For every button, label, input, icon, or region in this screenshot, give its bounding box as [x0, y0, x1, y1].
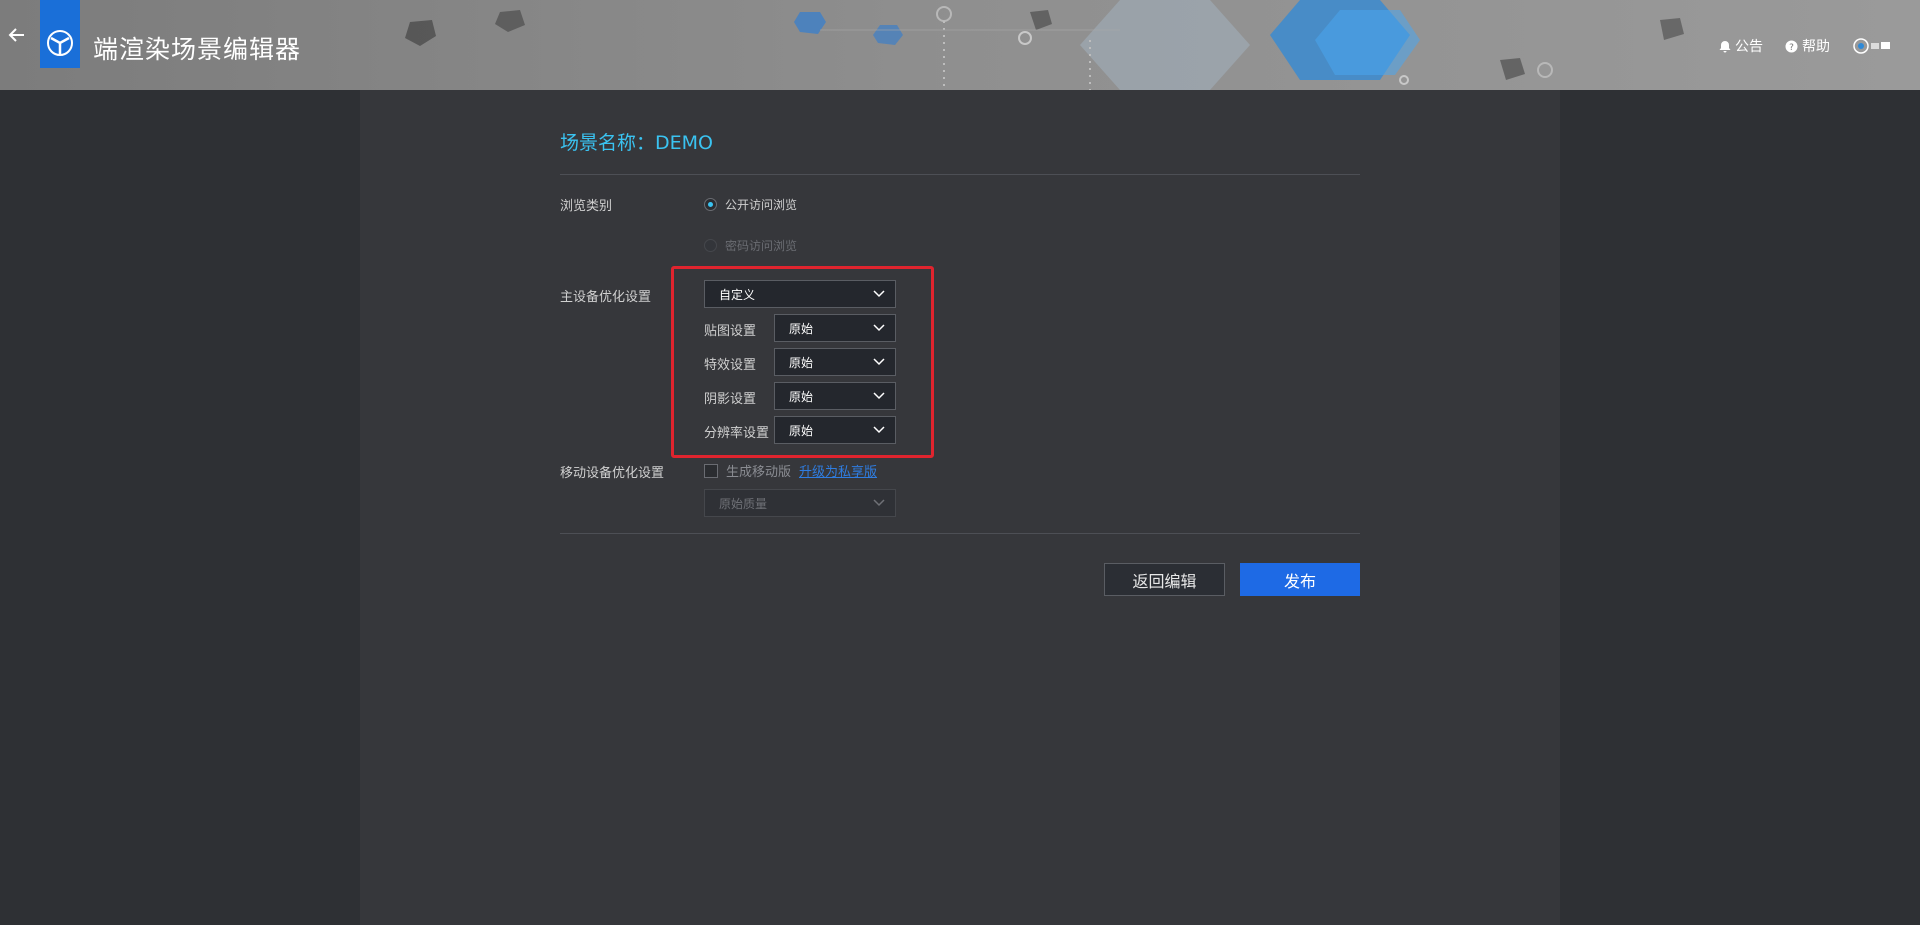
browse-type-label: 浏览类别 [560, 199, 613, 214]
logo [40, 0, 80, 68]
help-icon: ? [1785, 40, 1798, 53]
header-actions: 公告 ? 帮助 [1719, 36, 1892, 56]
radio-label: 密码访问浏览 [725, 239, 798, 253]
bell-icon [1719, 40, 1731, 52]
radio-button[interactable] [704, 239, 717, 252]
publish-panel [360, 90, 1560, 925]
select-value: 原始质量 [719, 496, 768, 511]
back-arrow-icon[interactable] [6, 24, 28, 46]
user-icon [1853, 38, 1890, 54]
divider-top [560, 174, 1360, 175]
notice-label: 公告 [1735, 39, 1763, 55]
help-label: 帮助 [1802, 39, 1830, 55]
user-menu[interactable] [1852, 37, 1892, 55]
logo-icon [47, 30, 73, 56]
radio-button[interactable] [704, 198, 717, 211]
publish-button[interactable]: 发布 [1240, 563, 1360, 596]
main-device-label: 主设备优化设置 [560, 290, 652, 305]
mobile-quality-select[interactable]: 原始质量 [704, 489, 896, 517]
top-header: 端渲染场景编辑器 公告 ? 帮助 [0, 0, 1920, 90]
generate-mobile-row: 生成移动版 升级为私享版 [704, 461, 877, 480]
chevron-down-icon [873, 499, 885, 507]
svg-text:?: ? [1789, 43, 1794, 53]
generate-mobile-label: 生成移动版 [726, 465, 792, 480]
help-link[interactable]: ? 帮助 [1785, 36, 1830, 56]
radio-password-browse[interactable]: 密码访问浏览 [704, 237, 797, 254]
upgrade-private-link[interactable]: 升级为私享版 [799, 461, 877, 480]
radio-public-browse[interactable]: 公开访问浏览 [704, 196, 797, 213]
scene-title: 场景名称：DEMO [560, 132, 713, 154]
generate-mobile-checkbox[interactable] [704, 463, 718, 478]
notice-link[interactable]: 公告 [1719, 36, 1763, 56]
divider-bottom [560, 533, 1360, 534]
app-title: 端渲染场景编辑器 [93, 35, 302, 64]
radio-label: 公开访问浏览 [725, 198, 798, 212]
mobile-device-label: 移动设备优化设置 [560, 466, 665, 481]
back-to-edit-button[interactable]: 返回编辑 [1104, 563, 1225, 596]
highlight-annotation-box [671, 266, 934, 458]
